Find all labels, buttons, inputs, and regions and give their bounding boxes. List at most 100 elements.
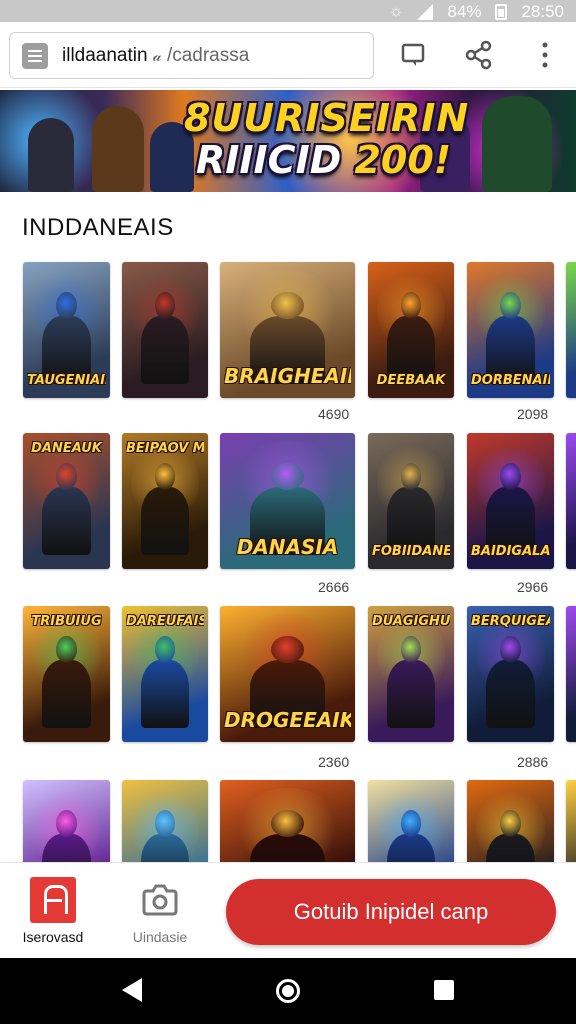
nav-second[interactable]: Uindasie — [115, 877, 205, 945]
banner-subheadline: RIIICID 200! — [196, 138, 451, 182]
banner-sub-yellow: 200! — [354, 138, 452, 182]
game-tile[interactable]: DUAGIGHU — [368, 606, 454, 742]
game-tile-partial[interactable] — [566, 433, 576, 569]
browser-toolbar: illdaanatin 𝒶 /cadrassa — [0, 22, 576, 88]
back-icon[interactable] — [122, 978, 142, 1002]
tile-hero-head — [56, 809, 77, 838]
tile-hero-figure — [140, 660, 190, 729]
section-title: INDDANEAIS — [22, 214, 174, 241]
game-tile[interactable]: FOBIIDANE — [368, 433, 454, 569]
game-tile-partial[interactable] — [566, 780, 576, 862]
tile-title: DANASIA — [236, 535, 339, 559]
tile-title: BAIDIGALA — [471, 544, 550, 559]
cta-button[interactable]: Gotuib Inipidel canp — [226, 879, 556, 945]
tile-hero-figure — [386, 660, 436, 729]
tile-title: DAREUFAIS — [126, 614, 204, 629]
game-tile[interactable]: DROGEEAIK — [220, 606, 355, 742]
address-bar[interactable]: illdaanatin 𝒶 /cadrassa — [9, 32, 374, 79]
tile-title: TAUGENIAIK — [27, 373, 106, 388]
game-tile[interactable]: BUIDEO — [122, 780, 208, 862]
tile-hero-head — [56, 462, 77, 491]
download-count: 2098 — [517, 406, 549, 422]
game-tile[interactable] — [23, 780, 110, 862]
tile-hero-head — [56, 635, 77, 664]
tile-hero-figure — [140, 316, 190, 385]
tile-hero-head — [500, 291, 521, 320]
url-host: illdaanatin — [62, 45, 148, 66]
game-tile[interactable]: BEIRBOIN — [368, 780, 454, 862]
download-count: 2666 — [318, 579, 350, 595]
game-tile[interactable]: BAIDIGALA — [467, 433, 554, 569]
system-nav-bar — [0, 958, 576, 1024]
tile-hero-head — [500, 809, 521, 838]
tile-title: BRAIGHEAIK — [224, 364, 351, 388]
tile-hero-head — [271, 809, 304, 838]
tile-hero-head — [56, 291, 77, 320]
camera-icon — [137, 877, 183, 923]
tile-title: BERQUIGEA — [471, 614, 550, 629]
tile-hero-figure — [486, 660, 535, 729]
tile-hero-head — [271, 635, 304, 664]
tile-hero-head — [500, 635, 521, 664]
nav-home[interactable]: Iserovasd — [8, 877, 98, 945]
game-tile[interactable]: TUNI! — [467, 780, 554, 862]
status-bar: ☼ 84% 28:50 — [0, 0, 576, 22]
battery-icon — [495, 4, 508, 20]
game-tile[interactable]: DAREUFAIS — [122, 606, 208, 742]
download-count: 2360 — [318, 754, 350, 770]
game-tile[interactable]: DORBENAIN — [467, 262, 554, 398]
promo-banner[interactable]: 8UURISEIRIN RIIICID 200! — [0, 90, 576, 192]
bottom-bar: Iserovasd Uindasie Gotuib Inipidel canp — [0, 862, 576, 958]
game-tile-partial[interactable] — [566, 262, 576, 398]
game-tile[interactable]: BEIPAOV MAROLIA — [122, 433, 208, 569]
tile-title: FOBIIDANE — [372, 544, 450, 559]
sparkle-icon: 𝒶 — [152, 48, 162, 65]
home-circle-icon[interactable] — [276, 979, 300, 1003]
banner-headline: 8UURISEIRIN — [184, 96, 470, 140]
overflow-menu-icon[interactable] — [530, 40, 560, 70]
tile-hero-figure — [140, 487, 190, 556]
share-icon[interactable] — [464, 40, 494, 70]
clock: 28:50 — [521, 2, 564, 21]
tile-title: TRIBUIUG — [31, 614, 102, 629]
game-tile[interactable]: BERQUIGEA — [467, 606, 554, 742]
game-tile[interactable]: DANASIA — [220, 433, 355, 569]
download-count: 2966 — [517, 579, 549, 595]
url-text: illdaanatin 𝒶 /cadrassa — [62, 45, 249, 67]
game-tile[interactable] — [122, 262, 208, 398]
banner-hero-figure — [28, 118, 74, 192]
game-tile[interactable] — [220, 780, 355, 862]
home-icon — [30, 877, 76, 923]
tile-title: DORBENAIN — [471, 373, 550, 388]
game-tile[interactable]: TRIBUIUG — [23, 606, 110, 742]
tile-hero-figure — [42, 660, 91, 729]
download-count: 4690 — [318, 406, 350, 422]
tile-title: DEEBAAK — [376, 373, 446, 388]
nav-home-label: Iserovasd — [22, 929, 84, 945]
tile-hero-figure — [42, 487, 91, 556]
tile-hero-head — [500, 462, 521, 491]
tab-icon[interactable] — [398, 40, 428, 70]
banner-hero-figure — [482, 96, 552, 192]
game-tile[interactable]: DEEBAAK — [368, 262, 454, 398]
banner-hero-figure — [92, 106, 144, 192]
banner-sub-white: RIIICID — [196, 138, 355, 182]
tile-title: DROGEEAIK — [224, 708, 351, 732]
tile-hero-head — [271, 291, 304, 320]
recents-icon[interactable] — [434, 980, 454, 1000]
game-tile-partial[interactable] — [566, 606, 576, 742]
signal-icon — [417, 4, 434, 20]
tile-title: DANEAUK — [31, 441, 102, 456]
url-path: /cadrassa — [166, 45, 250, 66]
game-grid: TAUGENIAIK BRAIGHEAIK DEEBAAK DORBENAIN DANE… — [0, 258, 576, 862]
game-tile[interactable]: BRAIGHEAIK — [220, 262, 355, 398]
alarm-icon: ☼ — [388, 3, 404, 20]
tile-title: BEIPAOV MAROLIA — [126, 441, 204, 456]
nav-second-label: Uindasie — [132, 929, 188, 945]
battery-percent: 84% — [447, 2, 482, 21]
game-tile[interactable]: TAUGENIAIK — [23, 262, 110, 398]
tile-title: DUAGIGHU — [372, 614, 450, 629]
download-count: 2886 — [517, 754, 549, 770]
game-tile[interactable]: DANEAUK — [23, 433, 110, 569]
site-favicon-icon — [22, 43, 48, 69]
